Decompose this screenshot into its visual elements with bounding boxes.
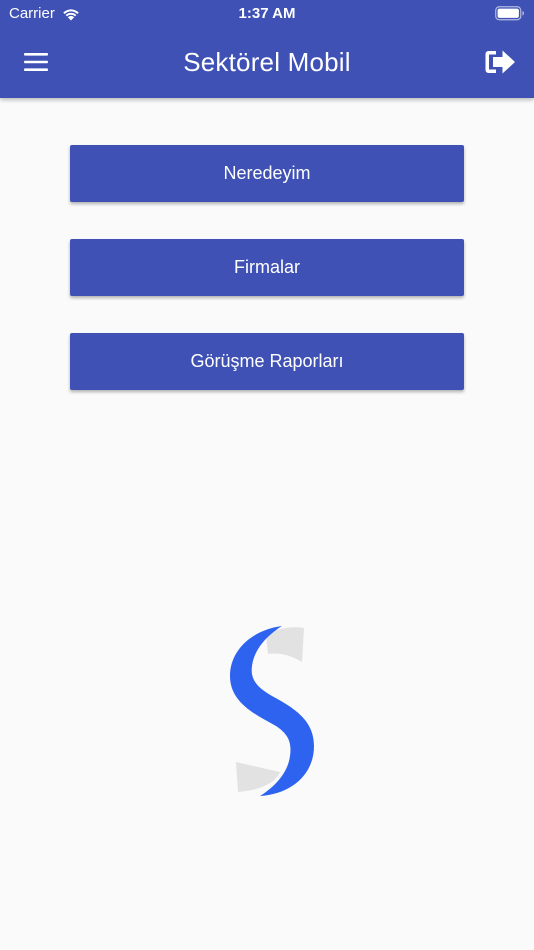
toolbar: Sektörel Mobil xyxy=(0,28,534,98)
status-bar: Carrier 1:37 AM xyxy=(0,0,534,28)
app-header: Carrier 1:37 AM Sektörel Mobil xyxy=(0,0,534,98)
s-logo-icon xyxy=(222,622,318,798)
battery-icon xyxy=(495,6,525,25)
neredeyim-button[interactable]: Neredeyim xyxy=(70,145,464,202)
status-time: 1:37 AM xyxy=(238,5,296,22)
gorusme-raporlari-button[interactable]: Görüşme Raporları xyxy=(70,333,464,390)
page-title: Sektörel Mobil xyxy=(183,47,351,77)
firmalar-button[interactable]: Firmalar xyxy=(70,239,464,296)
logout-icon xyxy=(485,50,515,74)
logout-button[interactable] xyxy=(480,44,520,80)
